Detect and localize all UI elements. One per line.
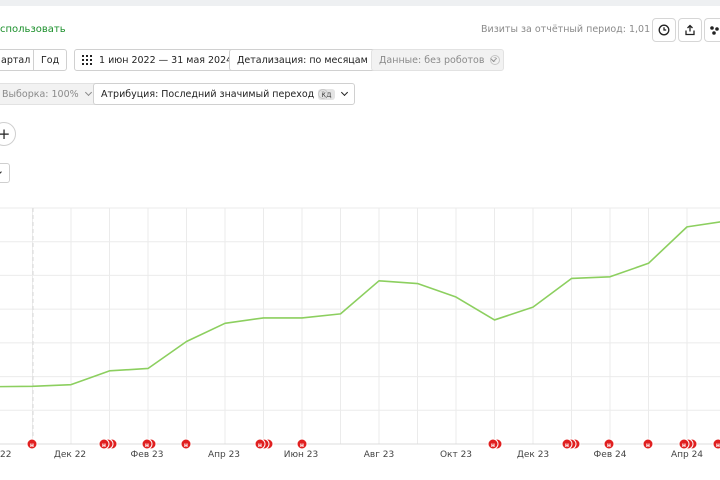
- chart-x-tick-label: Дек 23: [517, 450, 549, 460]
- visits-line-chart[interactable]: 22 Дек 22 Фев 23 Апр 23 Июн 23 Авг 23 Окт 23 Де…: [0, 200, 720, 480]
- annotation-marker-glyph: н: [716, 442, 720, 449]
- annotation-marker-glyph: н: [102, 442, 106, 449]
- use-link[interactable]: спользовать: [0, 24, 66, 35]
- visits-summary: Визиты за отчётный период: 1,01 млн: [481, 24, 673, 35]
- date-range-button[interactable]: 1 июн 2022 — 31 мая 2024: [74, 49, 241, 71]
- attribution-dropdown[interactable]: Атрибуция: Последний значимый переход кд: [93, 83, 355, 105]
- history-button[interactable]: [652, 18, 676, 42]
- chart-x-tick-label: 22: [0, 450, 11, 460]
- chart-x-tick-label: Окт 23: [440, 450, 472, 460]
- annotation-marker-glyph: н: [646, 442, 650, 449]
- chart-x-tick-label: Авг 23: [364, 450, 395, 460]
- annotation-marker-glyph: н: [145, 442, 149, 449]
- chevron-down-icon: [84, 88, 92, 97]
- annotation-marker-glyph: н: [30, 442, 34, 449]
- annotation-marker-glyph: н: [258, 442, 262, 449]
- annotation-marker-glyph: н: [565, 442, 569, 449]
- plus-icon: +: [0, 125, 11, 143]
- period-year-button[interactable]: Год: [33, 49, 67, 71]
- chart-type-dropdown[interactable]: [0, 163, 10, 183]
- annotation-marker-glyph: н: [607, 442, 611, 449]
- chart-x-tick-label: Фев 23: [131, 450, 164, 460]
- attribution-label: Атрибуция: Последний значимый переход: [101, 88, 315, 100]
- annotation-marker-glyph: н: [300, 442, 304, 449]
- annotation-marker-glyph: н: [682, 442, 686, 449]
- chart-series-line: [0, 221, 720, 388]
- help-icon[interactable]: ?: [318, 89, 328, 99]
- clock-icon: [658, 24, 670, 36]
- chevron-down-icon: [340, 88, 348, 97]
- top-band: [0, 0, 720, 6]
- export-button[interactable]: [678, 18, 702, 42]
- data-filter-label: Данные: без роботов: [379, 54, 485, 66]
- share-icon: [685, 24, 695, 36]
- help-icon[interactable]: ?: [490, 55, 500, 65]
- chart-x-tick-label: Июн 23: [284, 450, 319, 460]
- chart-x-tick-label: Дек 22: [54, 450, 86, 460]
- sample-dropdown[interactable]: Выборка: 100%: [0, 83, 99, 105]
- period-quarter-button[interactable]: артал: [0, 49, 34, 71]
- more-button[interactable]: [704, 18, 720, 42]
- sample-label: Выборка: 100%: [2, 88, 79, 100]
- detail-dropdown[interactable]: Детализация: по месяцам: [229, 49, 388, 71]
- annotation-marker-glyph: н: [491, 442, 495, 449]
- chart-x-tick-label: Апр 24: [671, 450, 703, 460]
- detail-label: Детализация: по месяцам: [237, 54, 368, 66]
- calendar-icon: [82, 55, 92, 65]
- chart-x-tick-label: Апр 23: [208, 450, 240, 460]
- add-segment-button[interactable]: +: [0, 122, 16, 146]
- more-icon: [709, 26, 719, 35]
- date-range-label: 1 июн 2022 — 31 мая 2024: [99, 54, 233, 66]
- chart-x-tick-label: Фев 24: [594, 450, 627, 460]
- annotation-marker-glyph: н: [184, 442, 188, 449]
- data-filter-dropdown[interactable]: Данные: без роботов: [371, 49, 505, 71]
- chevron-down-icon: [0, 169, 2, 175]
